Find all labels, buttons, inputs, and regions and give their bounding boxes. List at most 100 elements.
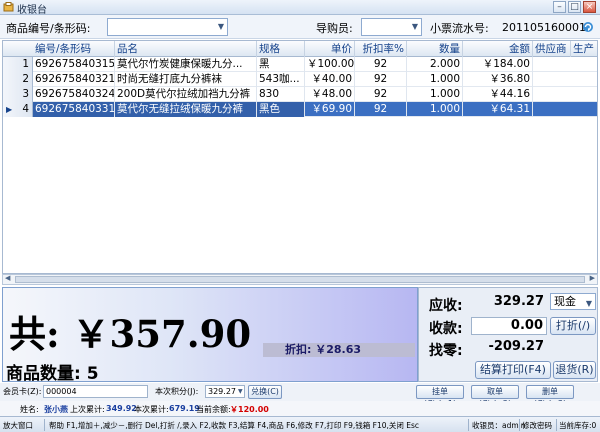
cell-price: ￥100.00 xyxy=(307,57,355,72)
close-button[interactable]: × xyxy=(583,1,596,13)
chevron-down-icon[interactable]: ▼ xyxy=(586,296,592,311)
cell-discount: 92 xyxy=(355,87,407,102)
payment-method-select[interactable]: 现金 ▼ xyxy=(550,293,596,310)
return-button[interactable]: 退货(R) xyxy=(553,361,596,379)
row-number: ▶ 4 xyxy=(3,102,33,117)
scroll-thumb[interactable] xyxy=(15,276,585,283)
change-value: -209.27 xyxy=(488,339,544,354)
cell-qty: 2.000 xyxy=(407,57,463,72)
col-spec[interactable]: 规格 xyxy=(257,41,305,57)
member-info-bar: 姓名: 张小燕 上次累计: 349.92 本次累计: 679.19 当前余额: … xyxy=(0,401,600,417)
discount-button[interactable]: 打折(/) xyxy=(550,317,596,335)
col-qty[interactable]: 数量 xyxy=(407,41,463,57)
row-number: 2 xyxy=(3,72,33,87)
cashier-info: 收银员：admin xyxy=(472,421,526,430)
cell-spec: 黑 xyxy=(257,57,305,72)
row-pointer-icon: ▶ xyxy=(6,105,13,114)
status-divider xyxy=(44,419,45,431)
status-divider xyxy=(519,419,520,431)
member-name: 张小燕 xyxy=(44,405,68,414)
table-row[interactable]: 2 6926758403211 时尚无缝打底九分裤袜 543咖... ￥40.0… xyxy=(3,72,597,87)
row-number: 3 xyxy=(3,87,33,102)
member-bar: 会员卡(Z): 000004 本次积分(J): 329.27 ▼ 兑换(C) 挂… xyxy=(0,383,600,408)
settle-print-button[interactable]: 结算打印(F4) xyxy=(475,361,551,379)
this-total-label: 本次累计: xyxy=(134,405,169,414)
cell-discount: 92 xyxy=(355,57,407,72)
guide-select[interactable]: ▼ xyxy=(361,18,422,36)
cell-spec: 543咖... xyxy=(257,72,305,87)
cell-code: 6926758403310 xyxy=(33,102,115,117)
guide-label: 导购员: xyxy=(316,22,353,35)
cell-name: 莫代尔竹炭健康保暖九分... xyxy=(115,57,257,72)
maximize-window-button[interactable]: 放大窗口 xyxy=(3,420,33,431)
received-input[interactable]: 0.00 xyxy=(471,317,547,335)
cell-name: 200D莫代尔拉绒加裆九分裤 xyxy=(115,87,257,102)
code-label: 商品编号/条形码: xyxy=(6,22,91,35)
hold-order-button[interactable]: 挂单(Ctrl+1) xyxy=(416,385,464,408)
chevron-down-icon[interactable]: ▼ xyxy=(412,22,418,31)
refresh-icon[interactable] xyxy=(582,21,594,33)
redeem-button[interactable]: 兑换(C) xyxy=(248,385,282,399)
cell-spec: 黑色 xyxy=(257,102,305,117)
cell-code: 6926758403150 xyxy=(35,57,115,72)
cell-amount: ￥64.31 xyxy=(463,102,533,117)
take-order-button[interactable]: 取单(Ctrl+2) xyxy=(471,385,519,408)
balance-label: 当前余额: xyxy=(196,405,231,414)
col-amount[interactable]: 金额 xyxy=(463,41,533,57)
col-code[interactable]: 编号/条形码 xyxy=(33,41,115,57)
cell-price: ￥40.00 xyxy=(305,72,355,87)
delete-order-button[interactable]: 删单(Ctrl+3) xyxy=(526,385,574,408)
discount-amount: 折扣: ￥28.63 xyxy=(263,343,415,357)
minimize-button[interactable]: – xyxy=(553,1,566,13)
chevron-down-icon[interactable]: ▼ xyxy=(238,388,243,395)
status-bar: 放大窗口 帮助 F1,增加＋,减少－,删行 Del,打折 /,录入 F2,收款 … xyxy=(0,416,600,432)
last-total-label: 上次累计: xyxy=(70,405,105,414)
cell-spec: 830 xyxy=(257,87,305,102)
current-stock: 当前库存:0 xyxy=(559,421,597,430)
col-discount[interactable]: 折扣率% xyxy=(355,41,407,57)
points-label: 本次积分(J): xyxy=(155,387,199,396)
cell-price: ￥69.90 xyxy=(305,102,355,117)
cell-amount: ￥44.16 xyxy=(463,87,533,102)
table-row-selected[interactable]: ▶ 4 6926758403310 莫代尔无缝拉绒保暖九分裤 黑色 ￥69.90 … xyxy=(3,102,597,117)
receipt-number: 201105160001 xyxy=(502,21,586,34)
chevron-down-icon[interactable]: ▼ xyxy=(218,22,224,31)
table-row[interactable]: 3 6926758403242 200D莫代尔拉绒加裆九分裤 830 ￥48.0… xyxy=(3,87,597,102)
received-label: 收款: xyxy=(429,321,463,337)
col-price[interactable]: 单价 xyxy=(305,41,355,57)
cell-code: 6926758403211 xyxy=(35,72,115,87)
scroll-right-icon[interactable]: ▶ xyxy=(590,274,595,282)
cell-discount: 92 xyxy=(355,102,407,117)
cell-amount: ￥184.00 xyxy=(463,57,533,72)
cell-amount: ￥36.80 xyxy=(463,72,533,87)
col-supplier[interactable]: 供应商 xyxy=(533,41,571,57)
status-divider xyxy=(468,419,469,431)
change-label: 找零: xyxy=(429,343,463,359)
payment-panel: 应收: 329.27 现金 ▼ 收款: 0.00 打折(/) 找零: -209.… xyxy=(418,287,598,382)
app-icon xyxy=(3,2,14,12)
title-bar: 收银台 – □ × xyxy=(0,0,600,16)
cell-qty: 1.000 xyxy=(407,102,463,117)
total-panel: 共: ￥357.90 折扣: ￥28.63 商品数量: 5 xyxy=(2,287,418,382)
maximize-button[interactable]: □ xyxy=(568,1,581,13)
change-password-link[interactable]: 修改密码 xyxy=(522,420,552,431)
status-divider xyxy=(556,419,557,431)
help-shortcuts: 帮助 F1,增加＋,减少－,删行 Del,打折 /,录入 F2,收款 F3,结算… xyxy=(49,421,420,430)
col-name[interactable]: 品名 xyxy=(115,41,257,57)
row-number: 1 xyxy=(3,57,33,72)
code-input[interactable]: ▼ xyxy=(107,18,228,36)
member-card-input[interactable]: 000004 xyxy=(43,385,148,398)
payment-method-value: 现金 xyxy=(554,295,576,308)
balance-value: ￥120.00 xyxy=(230,405,269,414)
col-producer[interactable]: 生产 xyxy=(571,41,597,57)
table-row[interactable]: 1 6926758403150 莫代尔竹炭健康保暖九分... 黑 ￥100.00… xyxy=(3,57,597,72)
cell-qty: 1.000 xyxy=(407,72,463,87)
cell-price: ￥48.00 xyxy=(305,87,355,102)
horizontal-scrollbar[interactable]: ◀ ▶ xyxy=(2,274,598,285)
window-title: 收银台 xyxy=(17,5,47,16)
scroll-left-icon[interactable]: ◀ xyxy=(5,274,10,282)
cell-name: 莫代尔无缝拉绒保暖九分裤 xyxy=(115,102,257,117)
last-total-value: 349.92 xyxy=(106,404,137,413)
sales-grid[interactable]: 编号/条形码 品名 规格 单价 折扣率% 数量 金额 供应商 生产 1 6926… xyxy=(2,40,598,274)
member-card-label: 会员卡(Z): xyxy=(3,387,42,396)
